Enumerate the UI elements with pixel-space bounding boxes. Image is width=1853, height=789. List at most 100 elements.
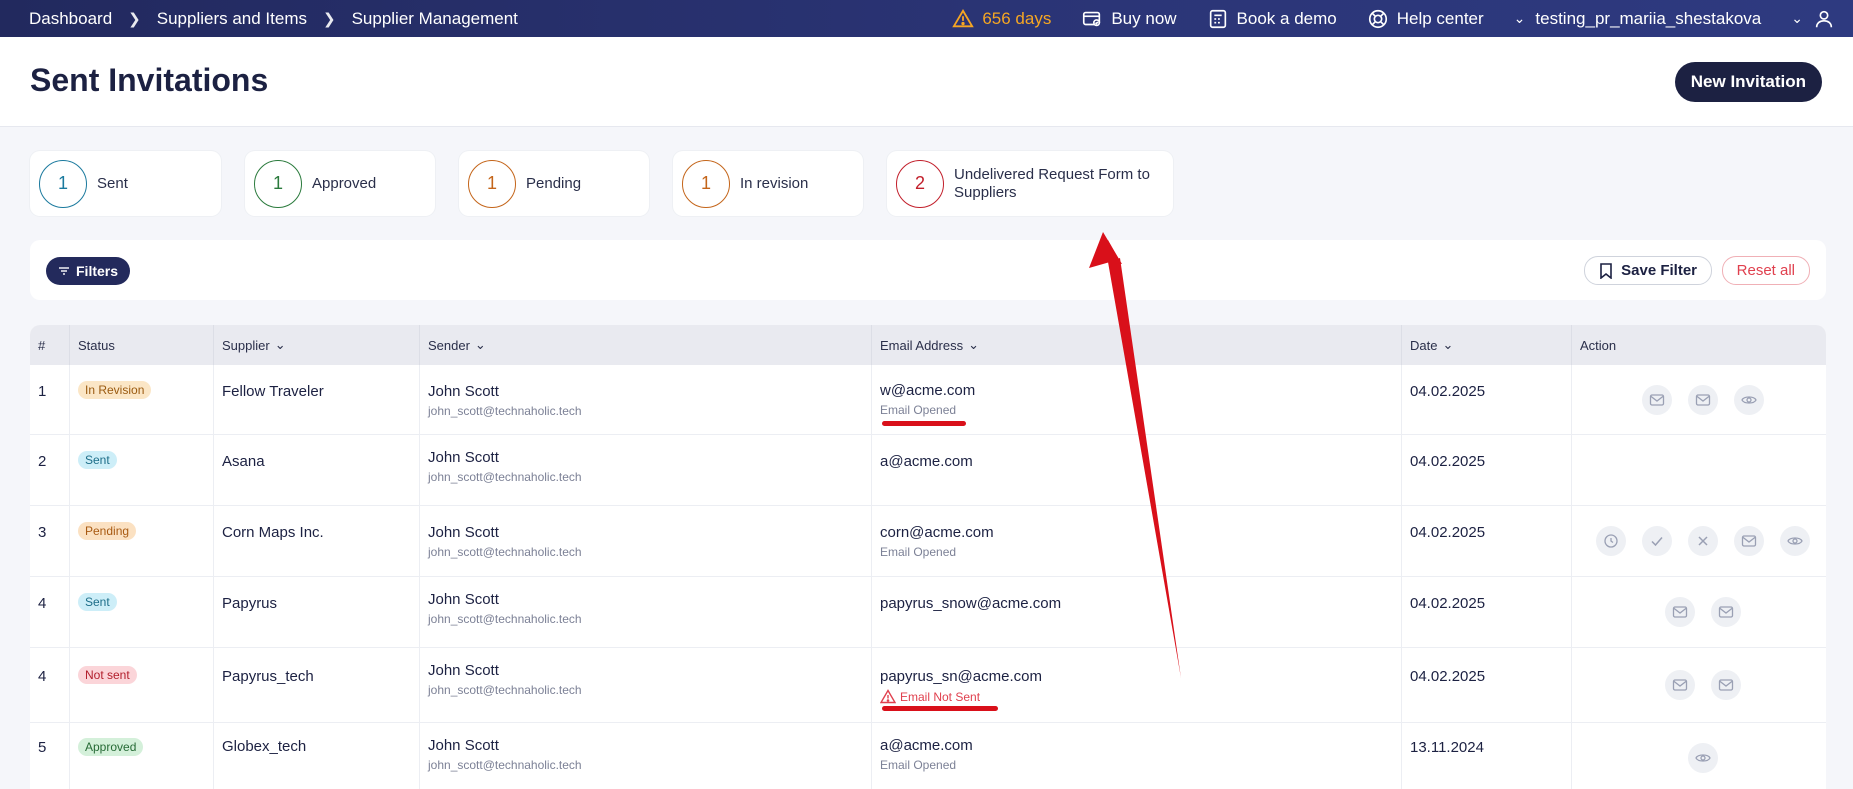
date: 04.02.2025: [1410, 383, 1486, 400]
date: 04.02.2025: [1410, 595, 1486, 612]
reject-button[interactable]: [1688, 526, 1718, 556]
date: 04.02.2025: [1410, 668, 1486, 685]
stat-label: Approved: [312, 174, 377, 192]
email-status: Email Opened: [880, 545, 957, 559]
stat-card-sent[interactable]: 1 Sent: [30, 151, 221, 216]
supplier-name: Corn Maps Inc.: [222, 524, 324, 541]
close-icon: [1698, 536, 1708, 546]
days-text: 656 days: [982, 8, 1052, 28]
send-reminder-button[interactable]: [1688, 384, 1718, 415]
sender-name: John Scott: [428, 449, 499, 466]
eye-icon: [1695, 753, 1711, 762]
save-filter-button[interactable]: Save Filter: [1584, 256, 1712, 285]
chevron-down-icon: ⌄: [474, 337, 486, 352]
sender-email: john_scott@technaholic.tech: [428, 758, 582, 772]
stat-label: Pending: [526, 174, 582, 192]
email-address: corn@acme.com: [880, 524, 994, 541]
column-header-action: Action: [1580, 337, 1617, 353]
sender-name: John Scott: [428, 591, 499, 608]
resend-email-button[interactable]: [1665, 597, 1695, 627]
resend-email-button[interactable]: [1642, 384, 1672, 415]
email-address: w@acme.com: [880, 382, 976, 399]
help-center-link[interactable]: Help center: [1367, 8, 1484, 30]
book-demo-link[interactable]: Book a demo: [1207, 8, 1337, 30]
chevron-right-icon: ❯: [323, 10, 336, 28]
username: testing_pr_mariia_shestakova: [1535, 8, 1762, 28]
user-menu[interactable]: ⌄ testing_pr_mariia_shestakova ⌄: [1514, 8, 1835, 30]
lifebuoy-icon: [1368, 9, 1387, 28]
chevron-right-icon: ❯: [128, 10, 141, 28]
filter-icon: [59, 267, 69, 275]
sender-email: john_scott@technaholic.tech: [428, 683, 582, 697]
table-row[interactable]: 4 Not sent Papyrus_tech John Scott john_s…: [30, 648, 1826, 723]
email-status: Email Opened: [880, 758, 957, 772]
new-invitation-button[interactable]: New Invitation: [1674, 62, 1822, 102]
date: 04.02.2025: [1410, 524, 1486, 541]
send-reminder-button[interactable]: [1711, 597, 1741, 627]
supplier-name: Globex_tech: [222, 738, 307, 755]
view-button[interactable]: [1734, 384, 1764, 415]
table-row[interactable]: 4 Sent Papyrus John Scott john_scott@tech…: [30, 577, 1826, 648]
license-days-indicator[interactable]: 656 days: [952, 8, 1051, 30]
reset-all-button[interactable]: Reset all: [1721, 256, 1810, 285]
chevron-down-icon: ⌄: [274, 337, 286, 352]
email-address: a@acme.com: [880, 453, 973, 470]
view-button[interactable]: [1780, 526, 1810, 556]
stat-card-pending[interactable]: 1 Pending: [459, 151, 649, 216]
page-header: Sent Invitations New Invitation: [0, 37, 1853, 127]
column-header-supplier[interactable]: Supplier ⌄: [214, 325, 420, 365]
mail-icon: [1718, 679, 1734, 691]
column-header-sender[interactable]: Sender ⌄: [420, 325, 872, 365]
send-reminder-button[interactable]: [1711, 670, 1741, 700]
sender-name: John Scott: [428, 524, 499, 541]
stat-count: 1: [682, 159, 730, 208]
breadcrumb-suppliers-and-items[interactable]: Suppliers and Items: [157, 9, 307, 29]
stat-label: Undelivered Request Form to Suppliers: [954, 165, 1150, 201]
status-badge: Not sent: [78, 666, 137, 684]
clock-icon: [1604, 534, 1618, 548]
stat-card-undelivered[interactable]: 2 Undelivered Request Form to Suppliers: [887, 151, 1173, 216]
calendar-icon: [1209, 9, 1226, 28]
chevron-down-icon: ⌄: [1791, 10, 1803, 26]
column-header-status: Status: [70, 325, 214, 365]
status-badge: Sent: [78, 451, 117, 469]
annotation-underline: [882, 706, 998, 711]
status-badge: Sent: [78, 593, 117, 611]
status-badge: Pending: [78, 522, 137, 540]
stat-label: In revision: [740, 174, 809, 192]
stat-label: Sent: [97, 174, 128, 192]
invitations-table: # Status Supplier ⌄ Sender ⌄ Email Address…: [30, 325, 1826, 789]
mail-icon: [1695, 393, 1711, 406]
buy-now-link[interactable]: Buy now: [1081, 8, 1177, 30]
table-row[interactable]: 2 Sent Asana John Scott john_scott@techna…: [30, 435, 1826, 506]
column-header-email[interactable]: Email Address ⌄: [872, 325, 1402, 365]
stat-count: 1: [254, 159, 302, 208]
table-row[interactable]: 5 Approved Globex_tech John Scott john_sc…: [30, 723, 1826, 789]
supplier-name: Fellow Traveler: [222, 383, 324, 400]
breadcrumb-dashboard[interactable]: Dashboard: [29, 9, 112, 29]
mail-icon: [1718, 606, 1734, 618]
column-header-date[interactable]: Date ⌄: [1402, 325, 1572, 365]
resend-email-button[interactable]: [1734, 526, 1764, 556]
chevron-down-icon: ⌄: [1442, 337, 1454, 352]
eye-icon: [1741, 395, 1757, 404]
resend-email-button[interactable]: [1665, 670, 1695, 700]
page-title: Sent Invitations: [30, 62, 269, 98]
sender-email: john_scott@technaholic.tech: [428, 612, 582, 626]
supplier-name: Asana: [222, 453, 265, 470]
view-button[interactable]: [1688, 742, 1718, 773]
sender-name: John Scott: [428, 737, 499, 754]
email-address: a@acme.com: [880, 737, 973, 754]
table-row[interactable]: 3 Pending Corn Maps Inc. John Scott john_…: [30, 506, 1826, 577]
history-button[interactable]: [1596, 526, 1626, 556]
stat-card-approved[interactable]: 1 Approved: [245, 151, 435, 216]
stat-card-in-revision[interactable]: 1 In revision: [673, 151, 863, 216]
supplier-name: Papyrus: [222, 595, 278, 612]
annotation-underline: [882, 421, 966, 426]
mail-icon: [1741, 535, 1757, 547]
approve-button[interactable]: [1642, 526, 1672, 556]
sender-name: John Scott: [428, 662, 499, 679]
filters-button[interactable]: Filters: [46, 257, 131, 285]
wallet-icon: [1083, 11, 1101, 26]
table-row[interactable]: 1 In Revision Fellow Traveler John Scott…: [30, 365, 1826, 435]
